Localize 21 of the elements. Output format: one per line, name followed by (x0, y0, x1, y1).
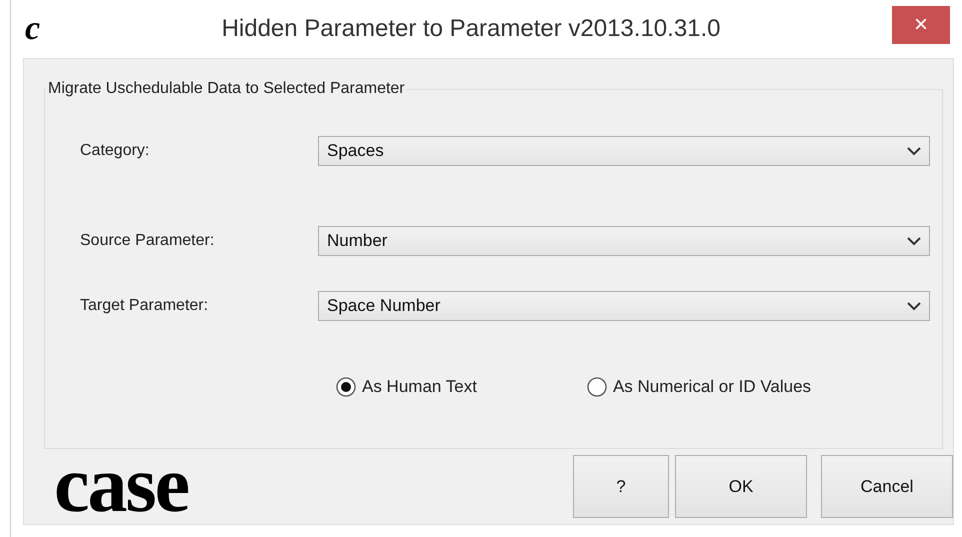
chevron-down-icon (907, 236, 921, 246)
chevron-down-icon (907, 302, 921, 310)
chevron-down-icon (907, 146, 921, 156)
brand-logo: case (54, 444, 188, 524)
close-button[interactable]: × (892, 6, 950, 44)
radio-button[interactable] (586, 377, 607, 397)
window-title: Hidden Parameter to Parameter v2013.10.31.0 (220, 15, 722, 43)
dropdown[interactable]: Space Number (318, 291, 930, 321)
dialog-button[interactable]: ? (573, 455, 669, 518)
field-label: Category: (80, 142, 150, 160)
group-title: Migrate Uschedulable Data to Selected Parameter (46, 80, 407, 98)
field-label: Source Parameter: (80, 232, 216, 250)
radio-option[interactable]: As Numerical or ID Values (586, 377, 812, 397)
field-label: Target Parameter: (80, 297, 210, 315)
dialog-button[interactable]: Cancel (821, 455, 953, 518)
dropdown[interactable]: Number (318, 226, 930, 256)
app-logo: c (25, 12, 40, 46)
dialog-button[interactable]: OK (675, 455, 807, 518)
radio-button[interactable] (336, 377, 356, 397)
radio-option[interactable]: As Human Text (336, 377, 477, 397)
dropdown[interactable]: Spaces (318, 136, 930, 166)
